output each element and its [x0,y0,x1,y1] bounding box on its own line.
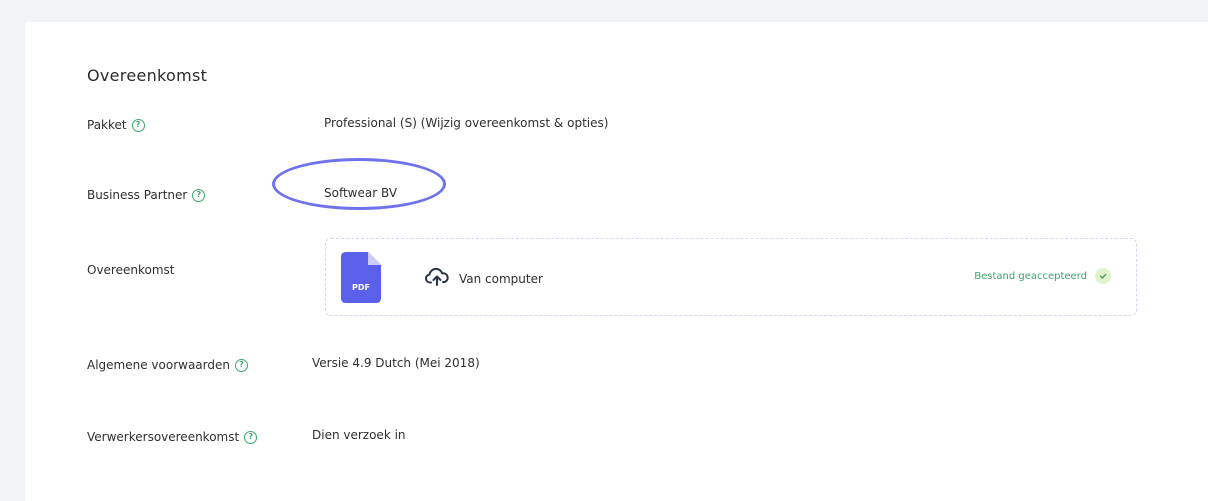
upload-from-computer-button[interactable]: Van computer [425,267,543,289]
cloud-upload-icon [425,267,449,289]
pdf-file-icon: PDF [341,252,381,303]
terms-label: Algemene voorwaarden [87,358,230,372]
question-circle-icon[interactable]: ? [235,358,248,372]
question-circle-icon[interactable]: ? [192,188,206,202]
upload-status-text: Bestand geaccepteerd [974,270,1087,282]
question-circle-icon[interactable]: ? [131,118,145,132]
section-title: Overeenkomst [87,66,208,85]
terms-label-group: Algemene voorwaarden ? [87,358,248,372]
business-partner-label: Business Partner [87,188,188,202]
processing-agreement-label-group: Verwerkersovereenkomst ? [87,430,258,444]
file-type-label: PDF [352,283,370,292]
agreement-card: Overeenkomst Pakket ? Professional (S) (… [25,22,1208,501]
upload-label: Van computer [459,271,543,286]
upload-status: Bestand geaccepteerd [974,268,1111,284]
agreement-label: Overeenkomst [87,263,175,277]
question-circle-icon[interactable]: ? [244,430,258,444]
processing-agreement-value[interactable]: Dien verzoek in [312,428,406,442]
agreement-label-group: Overeenkomst [87,263,174,277]
package-value[interactable]: Professional (S) (Wijzig overeenkomst & … [324,116,608,130]
business-partner-label-group: Business Partner ? [87,188,206,202]
terms-value[interactable]: Versie 4.9 Dutch (Mei 2018) [312,356,480,370]
check-circle-icon [1095,268,1111,284]
package-label-group: Pakket ? [87,118,145,132]
package-label: Pakket [87,118,127,132]
processing-agreement-label: Verwerkersovereenkomst [87,430,240,444]
business-partner-value: Softwear BV [324,186,398,200]
agreement-upload-dropzone[interactable]: PDF Van computer Bestand geaccepteerd [325,238,1137,316]
highlight-annotation [272,158,446,210]
